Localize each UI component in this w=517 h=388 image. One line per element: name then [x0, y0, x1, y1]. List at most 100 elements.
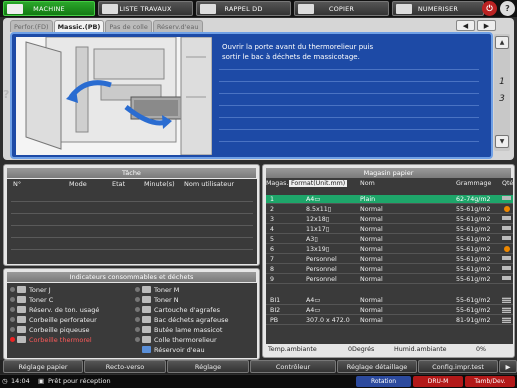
tray-row[interactable]: 9 Personnel Normal 55-61g/m2 [266, 275, 513, 284]
more-tabs-arrow-icon[interactable]: ▶ [499, 360, 517, 373]
tray-format: 11x17▯ [306, 226, 330, 233]
tray-row[interactable]: BI2 A4▭ Normal 55-61g/m2 [266, 306, 513, 315]
environment-footer: Temp.ambiante 0Degrés Humid.ambiante 0% [266, 345, 513, 354]
total-pages: 3 [499, 94, 505, 104]
tray-format: 13x19▯ [306, 246, 330, 253]
tab-no-glue[interactable]: Pas de colle [105, 20, 152, 32]
list-item: Colle thermorelieur [135, 335, 217, 344]
hdd-icon [200, 4, 216, 14]
status-dot-icon [135, 287, 140, 292]
page-down-button[interactable]: ▼ [495, 135, 509, 148]
tray-weight: 55-61g/m2 [456, 246, 491, 253]
tray-format: 307.0 x 472.0 [306, 317, 350, 324]
mode-job-list-button[interactable]: LISTE TRAVAUX [98, 1, 193, 16]
job-list[interactable]: N° Mode Etat Minute(s) Nom utilisateur [7, 179, 257, 264]
tab-trimmer[interactable]: Massic.(PB) [53, 20, 105, 32]
tray-format: A4▭ [306, 297, 321, 304]
tray-name: Normal [360, 256, 383, 263]
divider [219, 69, 479, 70]
paper-level-icon [502, 266, 511, 270]
tray-name: Normal [360, 276, 383, 283]
status-dot-icon [135, 307, 140, 312]
list-item: Cartouche d'agrafes [135, 305, 220, 314]
tray-row[interactable]: 5 A3▯ Normal 55-61g/m2 [266, 235, 513, 244]
tray-weight: 55-61g/m2 [456, 307, 491, 314]
status-dot-icon [10, 317, 15, 322]
mode-copy-button[interactable]: COPIER [294, 1, 389, 16]
tray-tray: BI1 [270, 297, 281, 304]
tab-water-tank[interactable]: Réserv.d'eau [152, 20, 203, 32]
tab-next-button[interactable]: ▶ [477, 20, 496, 31]
bottom-tab-bar: Réglage papier Recto-verso Réglage Contr… [0, 360, 517, 374]
help-icon[interactable]: ? [500, 1, 515, 16]
mode-hdd-recall-button[interactable]: RAPPEL DD [196, 1, 291, 16]
tab-controller[interactable]: Contrôleur [250, 360, 336, 373]
help-question-icon[interactable]: ? [3, 88, 13, 102]
tray-row[interactable]: 3 12x18▯ Normal 55-61g/m2 [266, 215, 513, 224]
tray-name: Plain [360, 196, 376, 203]
water-tank-icon [142, 346, 151, 353]
tray-tray: 6 [270, 246, 275, 253]
mode-scan-button[interactable]: NUMERISER [392, 1, 484, 16]
tray-name: Normal [360, 307, 383, 314]
table-row [11, 225, 253, 226]
tab-adjustment[interactable]: Réglage [167, 360, 249, 373]
status-bar: ◷ 14:04 ▣ Prêt pour réception Rotation D… [0, 375, 517, 388]
tray-row[interactable]: 4 11x17▯ Normal 55-61g/m2 [266, 225, 513, 234]
tray-row[interactable]: 1 A4▭ Plain 62-74g/m2 [266, 195, 513, 204]
status-dot-icon [10, 307, 15, 312]
status-text: Prêt pour réception [48, 377, 111, 385]
paper-level-icon [502, 226, 511, 230]
tray-row[interactable]: 6 13x19▯ Normal 55-61g/m2 [266, 245, 513, 254]
tray-row[interactable]: 8 Personnel Normal 55-61g/m2 [266, 265, 513, 274]
guidance-content: Ouvrir la porte avant du thermorelieur p… [10, 32, 493, 159]
tray-tray: 2 [270, 206, 275, 213]
list-item: Toner C [10, 295, 53, 304]
table-header: Magas. Format(Unit.mm) Nom Grammage Qté [266, 180, 514, 187]
tray-name: Normal [360, 206, 383, 213]
rotation-badge: Rotation [356, 376, 411, 387]
power-icon[interactable]: ⏻ [482, 1, 497, 16]
glue-icon [142, 336, 151, 343]
tray-row[interactable]: PB 307.0 x 472.0 Normal 81-91g/m2 [266, 316, 513, 325]
tab-punch[interactable]: Perfor.(FD) [10, 20, 53, 32]
divider [219, 105, 479, 106]
staple-cartridge-icon [142, 306, 151, 313]
punch-waste-icon [17, 316, 26, 323]
top-icons: ⏻ ? [482, 1, 515, 16]
tray-row[interactable]: 7 Personnel Normal 55-61g/m2 [266, 255, 513, 264]
tray-format: 12x18▯ [306, 216, 330, 223]
paper-level-icon [502, 276, 511, 280]
consumables-list: Toner J Toner C Réserv. de ton. usagé Co… [7, 283, 257, 358]
status-dot-icon [10, 327, 15, 332]
tab-test-print-config[interactable]: Config.impr.test [418, 360, 498, 373]
tab-detailed-adjustment[interactable]: Réglage détaillage [337, 360, 417, 373]
tray-name: Normal [360, 236, 383, 243]
low-paper-icon [504, 206, 510, 212]
paper-level-icon [502, 317, 511, 323]
status-time: 14:04 [11, 377, 30, 385]
status-dot-icon [10, 287, 15, 292]
dru-badge: DRU-M [413, 376, 463, 387]
copy-icon [298, 4, 314, 14]
paper-tray-table: Magas. Format(Unit.mm) Nom Grammage Qté … [266, 178, 513, 344]
ready-icon: ▣ [38, 377, 45, 385]
toner-icon [17, 296, 26, 303]
status-dot-icon [135, 297, 140, 302]
staple-tray-icon [142, 316, 151, 323]
page-up-button[interactable]: ▲ [495, 36, 509, 49]
table-row [11, 213, 253, 214]
tray-row[interactable]: 2 8.5x11▯ Normal 55-61g/m2 [266, 205, 513, 214]
job-panel: Tâche N° Mode Etat Minute(s) Nom utilisa… [3, 164, 260, 266]
tab-prev-button[interactable]: ◀ [456, 20, 475, 31]
tray-row[interactable]: BI1 A4▭ Normal 55-61g/m2 [266, 296, 513, 305]
tray-weight: 55-61g/m2 [456, 226, 491, 233]
current-page: 1 [499, 77, 505, 87]
clock-icon: ◷ [2, 377, 8, 385]
tab-paper-setting[interactable]: Réglage papier [3, 360, 83, 373]
tray-name: Normal [360, 226, 383, 233]
mode-machine-button[interactable]: MACHINE [3, 1, 95, 16]
tray-weight: 62-74g/m2 [456, 196, 491, 203]
tab-duplex[interactable]: Recto-verso [84, 360, 166, 373]
paper-level-icon [502, 297, 511, 303]
